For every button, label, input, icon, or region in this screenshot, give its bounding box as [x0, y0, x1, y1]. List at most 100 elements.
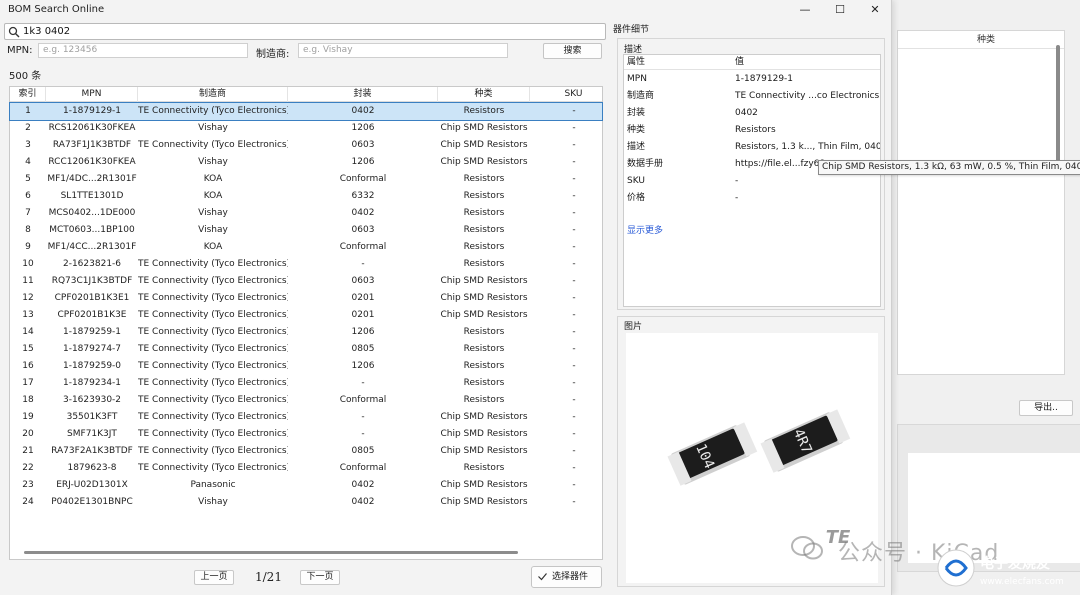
cell-sku: -	[572, 208, 576, 218]
column-header-category[interactable]: 种类	[438, 87, 530, 102]
property-row[interactable]: 描述 Resistors, 1.3 k..., Thin Film, 0402	[624, 139, 880, 156]
cell-category: Resistors	[463, 361, 505, 371]
column-header-index[interactable]: 索引	[10, 87, 46, 102]
cell-mpn: 1-1879274-7	[62, 344, 122, 354]
column-header-mpn[interactable]: MPN	[46, 87, 138, 102]
cell-manufacturer: TE Connectivity (Tyco Electronics)	[138, 140, 288, 150]
cell-sku: -	[572, 497, 576, 507]
table-row[interactable]: 6 SL1TTE1301D KOA 6332 Resistors -	[10, 188, 602, 205]
show-more-link[interactable]: 显示更多	[627, 223, 663, 236]
search-input[interactable]: 1k3 0402	[4, 23, 606, 40]
manufacturer-input[interactable]: e.g. Vishay	[298, 43, 508, 58]
table-row[interactable]: 1 1-1879129-1 TE Connectivity (Tyco Electr…	[9, 102, 603, 121]
table-row[interactable]: 13 CPF0201B1K3E TE Connectivity (Tyco Elec…	[10, 307, 602, 324]
table-row[interactable]: 14 1-1879259-1 TE Connectivity (Tyco Elect…	[10, 324, 602, 341]
table-row[interactable]: 12 CPF0201B1K3E1 TE Connectivity (Tyco Ele…	[10, 290, 602, 307]
table-row[interactable]: 10 2-1623821-6 TE Connectivity (Tyco Elect…	[10, 256, 602, 273]
cell-sku: -	[572, 446, 576, 456]
cell-manufacturer: Vishay	[198, 225, 228, 235]
property-name: 描述	[627, 142, 646, 152]
cell-sku: -	[572, 412, 576, 422]
cell-manufacturer: Vishay	[198, 123, 228, 133]
table-row[interactable]: 15 1-1879274-7 TE Connectivity (Tyco Elect…	[10, 341, 602, 358]
table-row[interactable]: 19 35501K3FT TE Connectivity (Tyco Electro…	[10, 409, 602, 426]
cell-sku: -	[572, 174, 576, 184]
cell-mpn: CPF0201B1K3E	[57, 310, 127, 320]
app-title: BOM Search Online	[8, 4, 105, 15]
table-row[interactable]: 7 MCS0402...1DE000 Vishay 0402 Resistors -	[10, 205, 602, 222]
table-row[interactable]: 21 RA73F2A1K3BTDF TE Connectivity (Tyco El…	[10, 443, 602, 460]
cell-manufacturer: TE Connectivity (Tyco Electronics)	[138, 293, 288, 303]
cell-sku: -	[572, 276, 576, 286]
property-row[interactable]: 制造商 TE Connectivity ...co Electronics)	[624, 88, 880, 105]
bg-scrollbar[interactable]	[1056, 45, 1060, 167]
property-name: 数据手册	[627, 159, 664, 169]
cell-sku: -	[572, 395, 576, 405]
property-row[interactable]: 价格 -	[624, 190, 880, 207]
table-row[interactable]: 4 RCC12061K30FKEA Vishay 1206 Chip SMD Resis…	[10, 154, 602, 171]
table-row[interactable]: 5 MF1/4DC...2R1301F KOA Conformal Resistors -	[10, 171, 602, 188]
property-row[interactable]: 种类 Resistors	[624, 122, 880, 139]
cell-sku: -	[572, 361, 576, 371]
property-row[interactable]: 封装 0402	[624, 105, 880, 122]
table-row[interactable]: 17 1-1879234-1 TE Connectivity (Tyco Elect…	[10, 375, 602, 392]
table-row[interactable]: 20 SMF71K3JT TE Connectivity (Tyco Electro…	[10, 426, 602, 443]
property-value: -	[735, 176, 739, 186]
maximize-button[interactable]: ☐	[825, 2, 855, 18]
close-button[interactable]: ✕	[860, 2, 890, 18]
cell-sku: -	[572, 480, 576, 490]
select-component-button[interactable]: 选择器件	[531, 566, 602, 588]
cell-category: Resistors	[463, 327, 505, 337]
cell-category: Resistors	[463, 242, 505, 252]
property-value: Resistors, 1.3 k..., Thin Film, 0402	[735, 142, 880, 152]
cell-index: 5	[25, 174, 31, 184]
cell-category: Chip SMD Resistors	[440, 310, 528, 320]
property-column-header: 属性	[627, 57, 646, 67]
table-row[interactable]: 16 1-1879259-0 TE Connectivity (Tyco Elect…	[10, 358, 602, 375]
table-row[interactable]: 11 RQ73C1J1K3BTDF TE Connectivity (Tyco El…	[10, 273, 602, 290]
cell-sku: -	[572, 123, 576, 133]
column-header-manufacturer[interactable]: 制造商	[138, 87, 288, 102]
cell-mpn: 1-1879259-1	[62, 327, 122, 337]
cell-manufacturer: TE Connectivity (Tyco Electronics)	[138, 446, 288, 456]
export-button[interactable]: 导出..	[1019, 400, 1073, 416]
search-button[interactable]: 搜索	[543, 43, 602, 59]
table-row[interactable]: 24 P0402E1301BNPC Vishay 0402 Chip SMD Resis…	[10, 494, 602, 511]
column-header-package[interactable]: 封装	[288, 87, 438, 102]
prev-page-button[interactable]: 上一页	[194, 570, 234, 585]
cell-index: 17	[22, 378, 34, 388]
table-row[interactable]: 23 ERJ-U02D1301X Panasonic 0402 Chip SMD Res…	[10, 477, 602, 494]
property-row[interactable]: MPN 1-1879129-1	[624, 71, 880, 88]
table-row[interactable]: 2 RCS12061K30FKEA Vishay 1206 Chip SMD Resis…	[10, 120, 602, 137]
horizontal-scrollbar[interactable]	[24, 551, 518, 554]
cell-package: 0201	[351, 293, 375, 303]
cell-index: 22	[22, 463, 34, 473]
minimize-button[interactable]: —	[790, 2, 820, 18]
property-value: TE Connectivity ...co Electronics)	[735, 91, 880, 101]
table-row[interactable]: 22 1879623-8 TE Connectivity (Tyco Electro…	[10, 460, 602, 477]
cell-manufacturer: Vishay	[198, 208, 228, 218]
mpn-input[interactable]: e.g. 123456	[38, 43, 248, 58]
bg-table-panel: 种类	[897, 30, 1065, 375]
property-value: 0402	[735, 108, 758, 118]
table-row[interactable]: 8 MCT0603...1BP100 Vishay 0603 Resistors -	[10, 222, 602, 239]
table-row[interactable]: 9 MF1/4CC...2R1301F KOA Conformal Resistors -	[10, 239, 602, 256]
cell-category: Resistors	[463, 378, 505, 388]
cell-manufacturer: Vishay	[198, 497, 228, 507]
cell-mpn: 1-1879259-0	[62, 361, 122, 371]
cell-sku: -	[572, 344, 576, 354]
site-url: www.elecfans.com	[980, 577, 1064, 587]
cell-package: 6332	[351, 191, 375, 201]
cell-manufacturer: Vishay	[198, 157, 228, 167]
table-row[interactable]: 18 3-1623930-2 TE Connectivity (Tyco Elect…	[10, 392, 602, 409]
property-name: SKU	[627, 176, 645, 186]
cell-package: -	[361, 412, 365, 422]
property-row[interactable]: SKU -	[624, 173, 880, 190]
next-page-button[interactable]: 下一页	[300, 570, 340, 585]
column-header-sku[interactable]: SKU	[530, 87, 618, 102]
cell-package: Conformal	[339, 242, 387, 252]
table-row[interactable]: 3 RA73F1J1K3BTDF TE Connectivity (Tyco Ele…	[10, 137, 602, 154]
cell-sku: -	[572, 225, 576, 235]
cell-index: 20	[22, 429, 34, 439]
manufacturer-label: 制造商:	[256, 49, 290, 60]
